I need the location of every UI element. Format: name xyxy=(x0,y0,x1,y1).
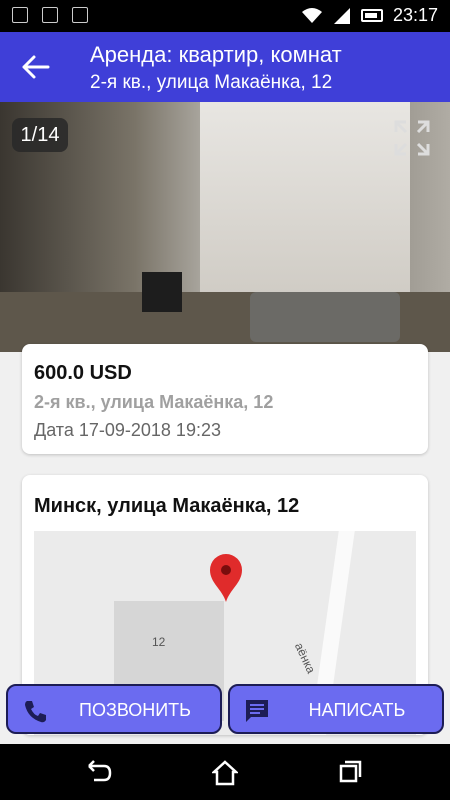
write-button-label: НАПИСАТЬ xyxy=(308,700,406,720)
page-subtitle: 2-я кв., улица Макаёнка, 12 xyxy=(90,72,333,93)
road-label: аёнка xyxy=(291,640,319,676)
signal-icon xyxy=(333,7,350,24)
call-button-label: ПОЗВОНИТЬ xyxy=(79,700,191,720)
usb-icon xyxy=(12,7,28,23)
page-title: Аренда: квартир, комнат xyxy=(90,42,342,67)
nav-recents-icon[interactable] xyxy=(338,760,362,784)
map-title: Минск, улица Макаёнка, 12 xyxy=(34,495,300,517)
building-number: 12 xyxy=(152,635,166,649)
wifi-icon xyxy=(301,7,322,23)
fullscreen-icon[interactable] xyxy=(392,118,432,158)
message-icon xyxy=(246,700,268,722)
listing-address: 2-я кв., улица Макаёнка, 12 xyxy=(34,392,274,412)
photo-window xyxy=(200,102,410,302)
map-pin-icon[interactable] xyxy=(208,553,244,603)
clock: 23:17 xyxy=(392,5,438,25)
photo-tv xyxy=(142,272,182,312)
phone-icon xyxy=(25,701,46,723)
listing-date: Дата 17-09-2018 19:23 xyxy=(34,420,221,440)
status-bar: 23:17 xyxy=(0,0,450,32)
image-icon xyxy=(42,7,58,23)
barcode-icon xyxy=(72,7,88,23)
back-arrow-icon[interactable] xyxy=(20,52,52,82)
app-bar: Аренда: квартир, комнат 2-я кв., улица М… xyxy=(0,32,450,102)
nav-back-icon[interactable] xyxy=(86,760,112,784)
price: 600.0 USD xyxy=(34,362,132,384)
photo-counter: 1/14 xyxy=(12,118,68,152)
call-button[interactable]: ПОЗВОНИТЬ xyxy=(6,684,222,734)
system-nav-bar xyxy=(0,744,450,800)
battery-icon xyxy=(360,9,383,22)
write-button[interactable]: НАПИСАТЬ xyxy=(228,684,444,734)
photo-sofa xyxy=(250,292,400,342)
nav-home-icon[interactable] xyxy=(212,760,238,786)
price-card: 600.0 USD 2-я кв., улица Макаёнка, 12 Да… xyxy=(22,344,428,454)
notification-icons xyxy=(12,7,88,23)
